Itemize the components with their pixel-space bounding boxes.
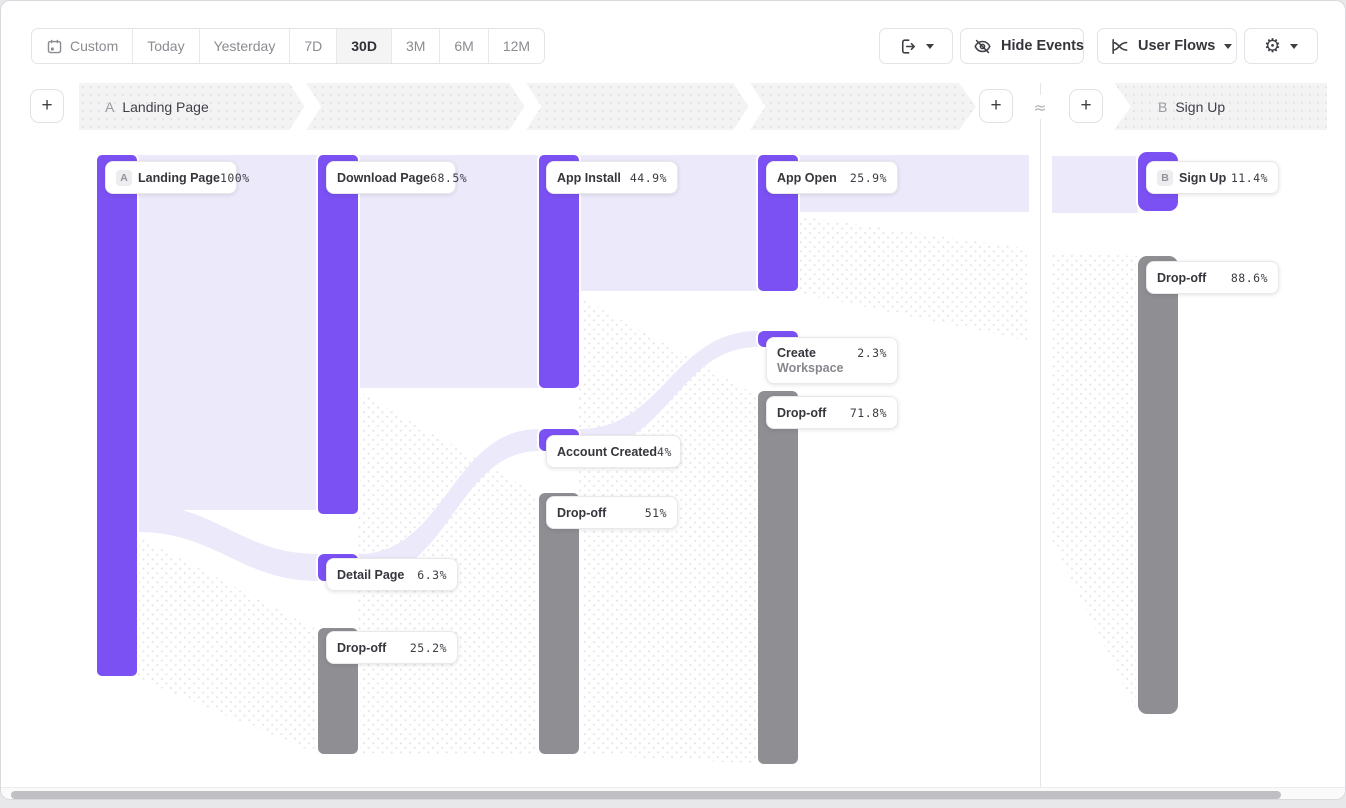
export-button[interactable] — [879, 28, 953, 64]
user-flows-label: User Flows — [1138, 38, 1215, 54]
section-a-label: Landing Page — [122, 99, 208, 115]
section-a-badge: A — [105, 99, 114, 115]
label-dropoff-app-install[interactable]: Drop-off 51% — [546, 496, 678, 529]
node-download-page[interactable] — [318, 155, 358, 514]
label-create-workspace[interactable]: Create 2.3% Workspace — [766, 337, 898, 384]
label-app-open[interactable]: App Open 25.9% — [766, 161, 898, 194]
label-sign-up[interactable]: BSign Up 11.4% — [1146, 161, 1279, 194]
gear-icon: ⚙ — [1264, 37, 1281, 56]
badge-a: A — [116, 170, 132, 186]
dropoff-flow-app-open-right — [1052, 253, 1138, 714]
settings-button[interactable]: ⚙ — [1244, 28, 1318, 64]
calendar-icon — [46, 38, 63, 55]
date-range-30d[interactable]: 30D — [336, 29, 391, 63]
label-account-created[interactable]: Account Created 4% — [546, 435, 681, 468]
user-flows-panel: Custom Today Yesterday 7D 30D 3M 6M 12M … — [0, 0, 1346, 800]
flow-landing-detail — [137, 504, 318, 581]
chevron-down-icon — [1290, 44, 1298, 49]
label-dropoff-landing[interactable]: Drop-off 25.2% — [326, 631, 458, 664]
label-dropoff-sign-up[interactable]: Drop-off 88.6% — [1146, 261, 1279, 294]
date-range-segmented-control: Custom Today Yesterday 7D 30D 3M 6M 12M — [31, 28, 545, 64]
hide-events-label: Hide Events — [1001, 38, 1084, 54]
label-detail-page[interactable]: Detail Page 6.3% — [326, 558, 458, 591]
date-range-custom[interactable]: Custom — [32, 29, 132, 63]
date-range-yesterday[interactable]: Yesterday — [199, 29, 290, 63]
flows-chart-icon — [1110, 37, 1129, 56]
dropoff-flow-app-open-left — [798, 216, 1029, 341]
node-dropoff-app-install[interactable] — [539, 493, 579, 754]
date-range-label: Custom — [70, 38, 118, 54]
export-icon — [898, 37, 917, 56]
breadcrumb-section-a[interactable]: A Landing Page — [79, 83, 976, 130]
add-step-before-button[interactable]: + — [30, 89, 64, 123]
label-landing-page[interactable]: ALanding Page 100% — [105, 161, 237, 194]
section-divider — [1040, 83, 1041, 787]
horizontal-scrollbar-track[interactable] — [1, 787, 1345, 800]
approx-separator: ≈ — [1027, 95, 1053, 119]
section-b-badge: B — [1158, 99, 1167, 115]
chevron-down-icon — [926, 44, 934, 49]
flow-landing-download — [137, 155, 318, 510]
date-range-6m[interactable]: 6M — [439, 29, 487, 63]
eye-off-icon — [973, 37, 992, 56]
date-range-3m[interactable]: 3M — [391, 29, 439, 63]
add-step-before-section-b-button[interactable]: + — [1069, 89, 1103, 123]
flow-accountcreated-createworkspace — [579, 331, 758, 451]
hide-events-button[interactable]: Hide Events — [960, 28, 1084, 64]
flow-appopen-signup-right — [1052, 156, 1138, 213]
badge-b: B — [1157, 170, 1173, 186]
horizontal-scrollbar-thumb[interactable] — [11, 791, 1281, 799]
chevron-down-icon — [1224, 44, 1232, 49]
date-range-12m[interactable]: 12M — [488, 29, 544, 63]
breadcrumb-section-b[interactable]: B Sign Up — [1114, 83, 1327, 130]
date-range-7d[interactable]: 7D — [289, 29, 336, 63]
section-b-label: Sign Up — [1175, 99, 1225, 115]
add-step-end-section-a-button[interactable]: + — [979, 89, 1013, 123]
user-flows-selector[interactable]: User Flows — [1097, 28, 1237, 64]
breadcrumb-chevron-separators — [79, 83, 976, 130]
node-dropoff-sign-up[interactable] — [1138, 256, 1178, 714]
date-range-today[interactable]: Today — [132, 29, 198, 63]
label-app-install[interactable]: App Install 44.9% — [546, 161, 678, 194]
node-dropoff-app-open[interactable] — [758, 391, 798, 764]
label-dropoff-app-open[interactable]: Drop-off 71.8% — [766, 396, 898, 429]
label-download-page[interactable]: Download Page 68.5% — [326, 161, 456, 194]
dropoff-flow-app-install — [579, 296, 758, 764]
dropoff-flow-landing — [137, 536, 318, 754]
node-landing-page[interactable] — [97, 155, 137, 676]
